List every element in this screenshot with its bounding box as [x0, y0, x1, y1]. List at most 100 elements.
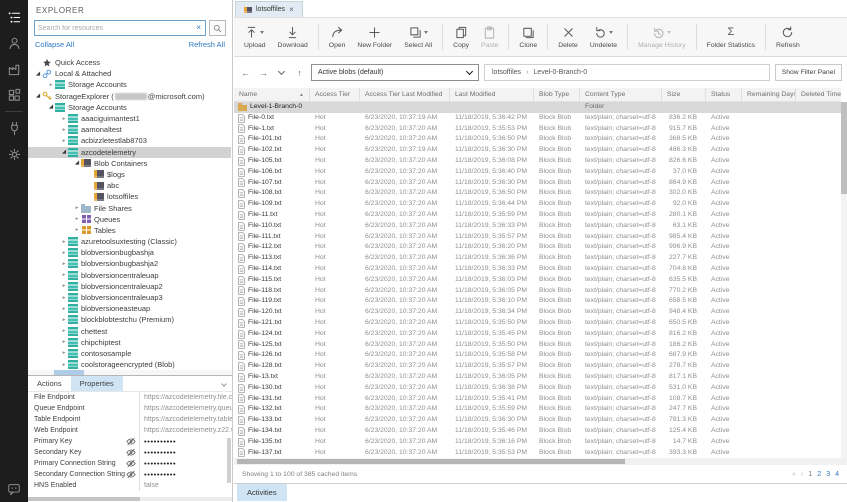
tab-properties[interactable]: Properties — [70, 376, 123, 391]
tree-item[interactable]: ▸ Storage Accounts — [28, 79, 231, 90]
table-row[interactable]: File-137.txt Hot 6/23/2020, 10:37:20 AM 11/… — [234, 448, 841, 459]
expand-arrow-icon[interactable]: ▸ — [73, 205, 81, 211]
expand-arrow-icon[interactable]: ▸ — [60, 138, 68, 144]
eye-slash-icon[interactable] — [126, 437, 136, 446]
expand-arrow-icon[interactable]: ▸ — [60, 283, 68, 289]
table-row[interactable]: File-124.txt Hot 6/23/2020, 10:37:20 AM 11/… — [234, 329, 841, 340]
table-row[interactable]: File-131.txt Hot 6/23/2020, 10:37:20 AM 11/… — [234, 394, 841, 405]
table-row[interactable]: File-119.txt Hot 6/23/2020, 10:37:20 AM 11/… — [234, 296, 841, 307]
collapse-arrow-icon[interactable]: ◢ — [34, 93, 42, 99]
close-icon[interactable]: × — [289, 5, 294, 14]
chevron-down-icon[interactable] — [221, 381, 227, 387]
forward-arrow-icon[interactable]: → — [257, 68, 270, 78]
select-all-button[interactable]: Select All — [398, 26, 438, 49]
tree-item[interactable]: ▸ aaaciguimantest1 — [28, 113, 231, 124]
scrollbar-thumb[interactable] — [237, 459, 625, 464]
connect-button[interactable] — [0, 115, 28, 141]
scrollbar-thumb[interactable] — [841, 102, 847, 194]
tree-item[interactable]: ▸ blobversionbugbashja — [28, 247, 231, 258]
table-row[interactable]: File-120.txt Hot 6/23/2020, 10:37:20 AM 11/… — [234, 307, 841, 318]
page-3[interactable]: 3 — [826, 471, 830, 478]
table-vertical-scrollbar[interactable] — [841, 102, 847, 459]
tree-item[interactable]: ▸ chettest — [28, 326, 231, 337]
table-row[interactable]: File-130.txt Hot 6/23/2020, 10:37:20 AM 11/… — [234, 383, 841, 394]
expand-arrow-icon[interactable]: ▸ — [47, 82, 55, 88]
collapse-arrow-icon[interactable]: ◢ — [60, 149, 68, 155]
tree-item[interactable]: Quick Access — [28, 57, 231, 68]
refresh-button[interactable]: Refresh — [770, 25, 806, 49]
account-button[interactable] — [0, 30, 28, 56]
table-row[interactable]: File-102.txt Hot 6/23/2020, 10:37:19 AM 11/… — [234, 145, 841, 156]
table-row[interactable]: File-101.txt Hot 6/23/2020, 10:37:20 AM 11/… — [234, 134, 841, 145]
table-row[interactable]: File-115.txt Hot 6/23/2020, 10:37:20 AM 11/… — [234, 275, 841, 286]
page-2[interactable]: 2 — [817, 471, 821, 478]
expand-arrow-icon[interactable]: ▸ — [60, 127, 68, 133]
table-row[interactable]: File-1.txt Hot 6/23/2020, 10:37:20 AM 11/18… — [234, 124, 841, 135]
tree-item[interactable]: ◢ StorageExplorer (@microsoft.com) — [28, 91, 231, 102]
tree-item[interactable]: $logs — [28, 169, 231, 180]
expand-arrow-icon[interactable]: ▸ — [73, 227, 81, 233]
download-button[interactable]: Download — [272, 26, 314, 49]
tree-item[interactable]: ▸ aamonaltest — [28, 124, 231, 135]
table-row[interactable]: File-13.txt Hot 6/23/2020, 10:37:20 AM 11/1… — [234, 372, 841, 383]
table-row[interactable]: File-109.txt Hot 6/23/2020, 10:37:20 AM 11/… — [234, 199, 841, 210]
page-4[interactable]: 4 — [835, 471, 839, 478]
search-input[interactable] — [38, 24, 196, 32]
collapse-arrow-icon[interactable]: ◢ — [73, 160, 81, 166]
table-row[interactable]: File-112.txt Hot 6/23/2020, 10:37:20 AM 11/… — [234, 242, 841, 253]
eye-slash-icon[interactable] — [126, 470, 136, 479]
expand-arrow-icon[interactable]: ▸ — [60, 350, 68, 356]
expand-arrow-icon[interactable]: ▸ — [60, 116, 68, 122]
tree-item[interactable]: ◢ Storage Accounts — [28, 102, 231, 113]
table-row[interactable]: File-107.txt Hot 6/23/2020, 10:37:20 AM 11/… — [234, 178, 841, 189]
breadcrumb-item[interactable]: Level-0-Branch-0 — [533, 69, 587, 76]
table-row[interactable]: File-121.txt Hot 6/23/2020, 10:37:20 AM 11/… — [234, 318, 841, 329]
feedback-icon[interactable] — [0, 482, 28, 496]
tree-item[interactable]: abc — [28, 180, 231, 191]
settings-button[interactable] — [0, 141, 28, 167]
table-row[interactable]: File-113.txt Hot 6/23/2020, 10:37:20 AM 11/… — [234, 253, 841, 264]
collapse-all-link[interactable]: Collapse All — [35, 40, 74, 49]
tree-item[interactable]: ▸ contososample — [28, 348, 231, 359]
column-header-deleted-time[interactable]: Deleted Time — [796, 88, 842, 101]
breadcrumb-item[interactable]: lotsoffiles — [492, 69, 521, 76]
search-button[interactable] — [209, 20, 226, 36]
tree-item[interactable]: ▸ chipchiptest — [28, 337, 231, 348]
undelete-button[interactable]: Undelete — [584, 26, 623, 49]
table-row[interactable]: File-0.txt Hot 6/23/2020, 10:37:19 AM 11/18… — [234, 113, 841, 124]
table-horizontal-scrollbar[interactable] — [234, 458, 847, 465]
column-header-status[interactable]: Status — [706, 88, 742, 101]
tree-item[interactable]: ◢ Local & Attached — [28, 68, 231, 79]
folder-statistics-button[interactable]: Σ Folder Statistics — [701, 26, 761, 49]
clone-button[interactable]: Clone — [513, 26, 543, 49]
expand-arrow-icon[interactable]: ▸ — [73, 216, 81, 222]
explorer-button[interactable] — [0, 4, 28, 30]
column-header-last-modified[interactable]: Last Modified — [450, 88, 534, 101]
scrollbar-thumb[interactable] — [28, 497, 141, 501]
table-row[interactable]: File-134.txt Hot 6/23/2020, 10:37:20 AM 11/… — [234, 426, 841, 437]
tree-item[interactable]: ▸ acbizzletestlab8703 — [28, 135, 231, 146]
collapse-arrow-icon[interactable]: ◢ — [47, 104, 55, 110]
table-row[interactable]: File-108.txt Hot 6/23/2020, 10:37:20 AM 11/… — [234, 188, 841, 199]
tree-item[interactable]: ▸ File Shares — [28, 202, 231, 213]
table-row[interactable]: File-126.txt Hot 6/23/2020, 10:37:20 AM 11/… — [234, 350, 841, 361]
tree-item[interactable]: ▸ blobversioneasteuap — [28, 303, 231, 314]
tree-item[interactable]: ▸ azuretoolsuxtesting (Classic) — [28, 236, 231, 247]
table-row[interactable]: File-105.txt Hot 6/23/2020, 10:37:20 AM 11/… — [234, 156, 841, 167]
table-row[interactable]: File-111.txt Hot 6/23/2020, 10:37:20 AM 11/… — [234, 232, 841, 243]
copy-button[interactable]: Copy — [447, 26, 475, 49]
table-row[interactable]: File-114.txt Hot 6/23/2020, 10:37:20 AM 11/… — [234, 264, 841, 275]
tab-activities[interactable]: Activities — [237, 484, 287, 501]
chevron-down-icon[interactable] — [275, 67, 288, 78]
expand-arrow-icon[interactable]: ▸ — [60, 328, 68, 334]
tree-item[interactable]: ▸ blobversioncentraleuap3 — [28, 292, 231, 303]
folder-row[interactable]: Level-1-Branch-0 Folder — [234, 102, 841, 113]
emulator-button[interactable] — [0, 56, 28, 82]
tree-item[interactable]: ▸ Tables — [28, 225, 231, 236]
expand-arrow-icon[interactable]: ▸ — [60, 362, 68, 368]
tab-actions[interactable]: Actions — [28, 376, 71, 391]
table-row[interactable]: File-106.txt Hot 6/23/2020, 10:37:20 AM 11/… — [234, 167, 841, 178]
tree-item[interactable]: ▸ blockblobtestchu (Premium) — [28, 314, 231, 325]
table-row[interactable]: File-125.txt Hot 6/23/2020, 10:37:20 AM 11/… — [234, 340, 841, 351]
back-arrow-icon[interactable]: ← — [239, 68, 252, 78]
